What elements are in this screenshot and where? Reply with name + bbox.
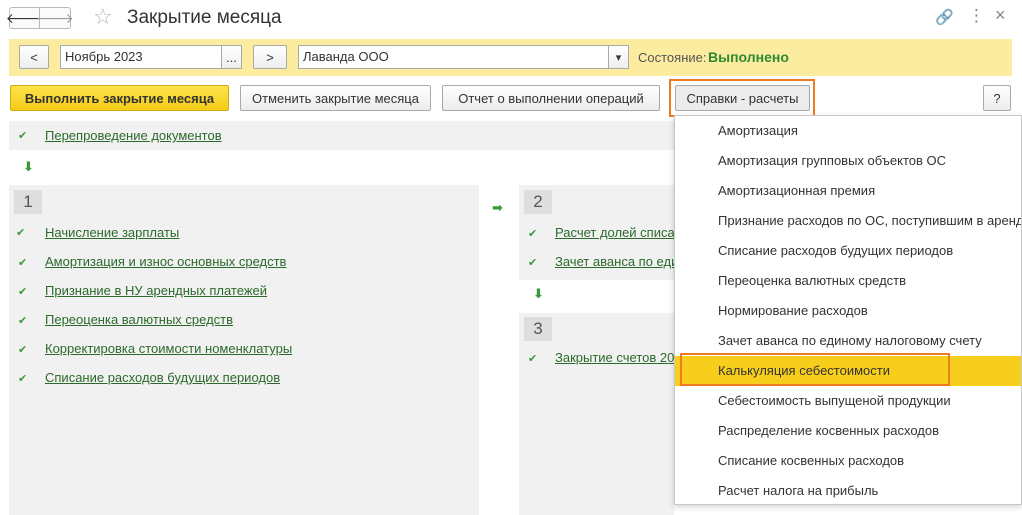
menu-item-deferred-expenses[interactable]: Списание расходов будущих периодов bbox=[675, 236, 1021, 266]
menu-item-indirect-cost-distribution[interactable]: Распределение косвенных расходов bbox=[675, 416, 1021, 446]
references-button-highlight bbox=[669, 79, 815, 117]
check-icon: ✔ bbox=[18, 286, 28, 298]
execute-month-close-button[interactable]: Выполнить закрытие месяца bbox=[10, 85, 229, 111]
period-prev-button[interactable]: < bbox=[19, 45, 49, 69]
menu-item-expense-rationing[interactable]: Нормирование расходов bbox=[675, 296, 1021, 326]
selected-item-highlight bbox=[680, 353, 950, 386]
step1-item-link[interactable]: Корректировка стоимости номенклатуры bbox=[45, 341, 292, 356]
step1-item-link[interactable]: Списание расходов будущих периодов bbox=[45, 370, 280, 385]
step1-number: 1 bbox=[14, 190, 42, 214]
check-icon: ✔ bbox=[18, 344, 28, 356]
check-icon: ✔ bbox=[18, 257, 28, 269]
menu-item-profit-tax[interactable]: Расчет налога на прибыль bbox=[675, 476, 1021, 504]
help-button[interactable]: ? bbox=[983, 85, 1011, 111]
close-icon[interactable]: × bbox=[995, 5, 1006, 26]
organization-input[interactable]: Лаванда ООО bbox=[298, 45, 609, 69]
operations-report-button[interactable]: Отчет о выполнении операций bbox=[442, 85, 660, 111]
page-title: Закрытие месяца bbox=[127, 7, 282, 28]
step3-number: 3 bbox=[524, 317, 552, 341]
step1-item-link[interactable]: Амортизация и износ основных средств bbox=[45, 254, 286, 269]
forward-button[interactable]: 🡒 bbox=[36, 7, 74, 29]
step3-panel bbox=[519, 313, 674, 515]
menu-item-production-cost[interactable]: Себестоимость выпущеной продукции bbox=[675, 386, 1021, 416]
step1-item-link[interactable]: Начисление зарплаты bbox=[45, 225, 179, 240]
link-icon[interactable]: 🔗 bbox=[935, 8, 954, 26]
step1-item-link[interactable]: Переоценка валютных средств bbox=[45, 312, 233, 327]
check-icon: ✔ bbox=[18, 373, 28, 385]
step3-item-link[interactable]: Закрытие счетов 20 bbox=[555, 350, 674, 365]
chevron-down-icon: ▾ bbox=[615, 51, 622, 64]
menu-item-advance-offset[interactable]: Зачет аванса по единому налоговому счету bbox=[675, 326, 1021, 356]
period-input[interactable]: Ноябрь 2023 bbox=[60, 45, 222, 69]
arrow-right-icon: ➡ bbox=[492, 200, 503, 215]
arrow-down-icon: ⬇ bbox=[23, 159, 34, 174]
reposting-documents-link[interactable]: Перепроведение документов bbox=[45, 128, 222, 143]
more-menu-icon[interactable]: ⋮ bbox=[968, 6, 985, 26]
arrow-right-icon: 🡒 bbox=[36, 9, 74, 26]
menu-item-leased-assets-expenses[interactable]: Признание расходов по ОС, поступившим в … bbox=[675, 206, 1021, 236]
cancel-month-close-button[interactable]: Отменить закрытие месяца bbox=[240, 85, 431, 111]
check-icon: ✔ bbox=[528, 353, 538, 365]
check-icon: ✔ bbox=[16, 227, 26, 239]
menu-item-currency-revaluation[interactable]: Переоценка валютных средств bbox=[675, 266, 1021, 296]
menu-item-depreciation[interactable]: Амортизация bbox=[675, 116, 1021, 146]
organization-dropdown-button[interactable]: ▾ bbox=[608, 45, 629, 69]
period-select-button[interactable]: ... bbox=[221, 45, 242, 69]
step1-item-link[interactable]: Признание в НУ арендных платежей bbox=[45, 283, 267, 298]
status-value: Выполнено bbox=[708, 49, 789, 65]
check-icon: ✔ bbox=[18, 130, 28, 142]
menu-item-depreciation-bonus[interactable]: Амортизационная премия bbox=[675, 176, 1021, 206]
step2-item-link[interactable]: Расчет долей списа bbox=[555, 225, 675, 240]
check-icon: ✔ bbox=[528, 257, 538, 269]
menu-item-group-depreciation[interactable]: Амортизация групповых объектов ОС bbox=[675, 146, 1021, 176]
favorite-star-icon[interactable]: ☆ bbox=[93, 4, 113, 30]
status-label: Состояние: bbox=[638, 50, 707, 65]
check-icon: ✔ bbox=[18, 315, 28, 327]
arrow-down-icon: ⬇ bbox=[533, 286, 544, 301]
references-menu: Амортизация Амортизация групповых объект… bbox=[674, 115, 1022, 505]
step2-number: 2 bbox=[524, 190, 552, 214]
step2-item-link[interactable]: Зачет аванса по еди bbox=[555, 254, 678, 269]
menu-item-indirect-cost-writeoff[interactable]: Списание косвенных расходов bbox=[675, 446, 1021, 476]
check-icon: ✔ bbox=[528, 228, 538, 240]
period-next-button[interactable]: > bbox=[253, 45, 287, 69]
